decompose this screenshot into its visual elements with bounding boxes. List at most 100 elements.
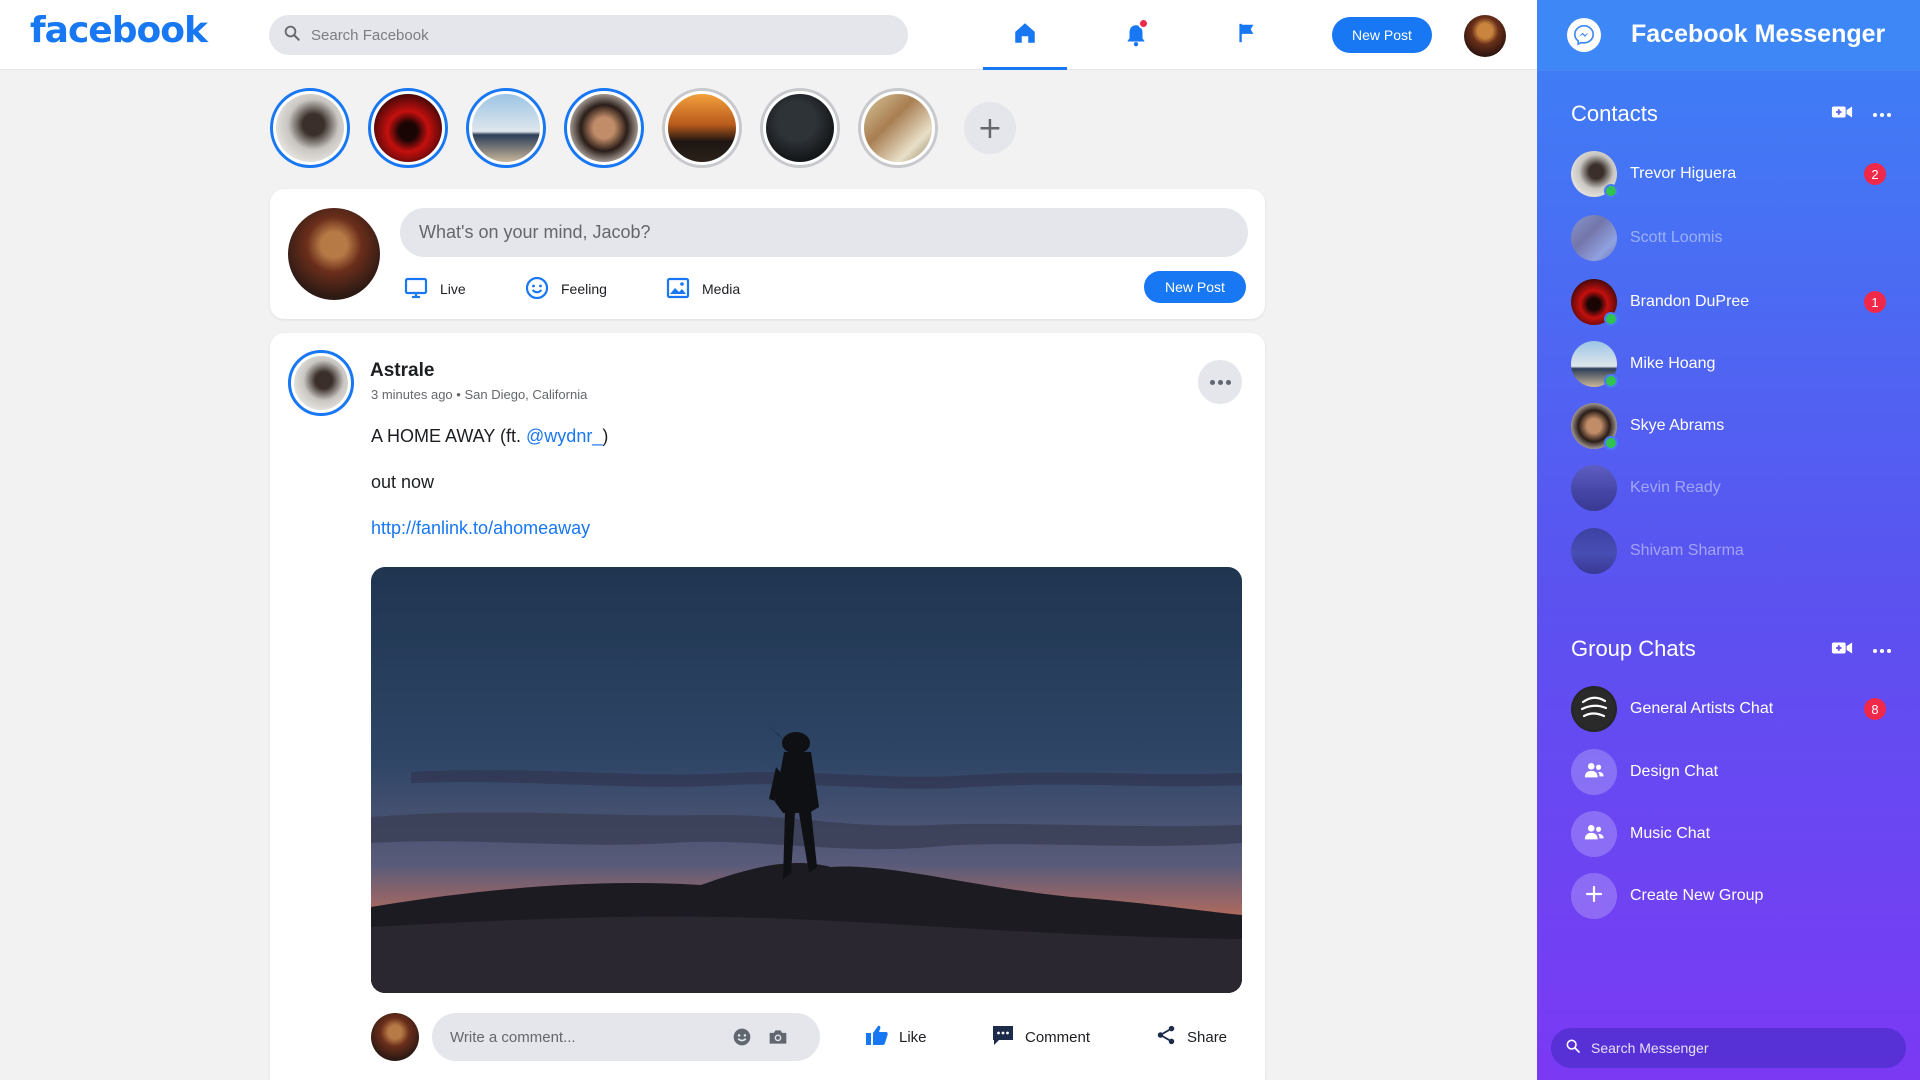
- messenger-title: Facebook Messenger: [1631, 20, 1886, 48]
- search-input[interactable]: [311, 26, 871, 44]
- story-avatar[interactable]: [564, 88, 644, 168]
- plus-icon: +: [977, 110, 1003, 146]
- share-icon: [1155, 1024, 1177, 1050]
- messenger-search-bar[interactable]: [1551, 1028, 1906, 1068]
- bell-icon: [1123, 18, 1149, 48]
- online-indicator: [1604, 312, 1618, 326]
- post-options-button[interactable]: [1198, 360, 1242, 404]
- group-avatar: [1571, 749, 1617, 795]
- notification-dot: [1138, 18, 1149, 29]
- facebook-logo[interactable]: facebook: [30, 10, 208, 51]
- post-author-name[interactable]: Astrale: [370, 360, 434, 382]
- story-avatar[interactable]: [466, 88, 546, 168]
- comment-label: Comment: [1025, 1028, 1091, 1046]
- messenger-search-input[interactable]: [1591, 1040, 1881, 1056]
- top-navigation-bar: facebook New Post: [0, 0, 1537, 70]
- monitor-icon: [404, 277, 428, 302]
- like-button[interactable]: Like: [865, 1023, 927, 1051]
- unread-badge: 1: [1864, 291, 1886, 313]
- share-button[interactable]: Share: [1155, 1023, 1227, 1051]
- online-indicator: [1604, 374, 1618, 388]
- contact-item[interactable]: Brandon DuPree 1: [1571, 279, 1901, 326]
- contact-name: Mike Hoang: [1630, 355, 1716, 372]
- story-avatar[interactable]: [662, 88, 742, 168]
- post-title-close: ): [602, 426, 609, 446]
- search-icon: [283, 24, 301, 47]
- group-chats-actions: [1831, 640, 1891, 661]
- contacts-actions: [1831, 104, 1891, 125]
- live-button[interactable]: Live: [404, 275, 466, 303]
- story-avatar[interactable]: [368, 88, 448, 168]
- nav-home[interactable]: [983, 0, 1067, 70]
- contact-avatar: [1571, 279, 1618, 326]
- post-link[interactable]: http://fanlink.to/ahomeaway: [371, 518, 590, 538]
- post-author-avatar[interactable]: [288, 350, 354, 416]
- contact-avatar: [1571, 403, 1618, 450]
- group-chat-item[interactable]: General Artists Chat 8: [1571, 686, 1901, 732]
- contact-item[interactable]: Shivam Sharma: [1571, 528, 1901, 574]
- add-story-button[interactable]: +: [964, 102, 1016, 154]
- group-avatar: [1571, 811, 1617, 857]
- plus-icon: [1584, 884, 1604, 909]
- home-icon: [1012, 20, 1038, 51]
- contacts-heading: Contacts: [1571, 101, 1658, 126]
- post-text-title: A HOME AWAY (ft. @wydnr_): [371, 426, 608, 447]
- post-meta: 3 minutes ago • San Diego, California: [371, 387, 587, 402]
- contact-name: Shivam Sharma: [1630, 542, 1744, 559]
- post-image[interactable]: [371, 567, 1242, 993]
- group-name: General Artists Chat: [1630, 700, 1774, 717]
- contact-item[interactable]: Mike Hoang: [1571, 341, 1901, 388]
- media-button[interactable]: Media: [666, 275, 740, 303]
- post-location: San Diego, California: [464, 387, 588, 402]
- post-time: 3 minutes ago: [371, 387, 453, 402]
- online-indicator: [1604, 184, 1618, 198]
- comment-input[interactable]: [450, 1028, 720, 1046]
- contact-item[interactable]: Scott Loomis: [1571, 215, 1901, 261]
- contact-name: Scott Loomis: [1630, 229, 1723, 246]
- nav-pages[interactable]: [1205, 0, 1289, 70]
- messenger-logo-icon[interactable]: [1567, 18, 1601, 52]
- story-avatar[interactable]: [270, 88, 350, 168]
- smiley-icon: [525, 276, 549, 303]
- post-title-text: A HOME AWAY (ft.: [371, 426, 527, 446]
- comment-icon: [991, 1024, 1015, 1050]
- comment-avatar: [371, 1013, 419, 1061]
- feeling-button[interactable]: Feeling: [525, 275, 607, 303]
- post-link-line: http://fanlink.to/ahomeaway: [371, 518, 590, 539]
- group-chat-item[interactable]: Music Chat: [1571, 811, 1901, 857]
- story-avatar[interactable]: [760, 88, 840, 168]
- composer-post-button[interactable]: New Post: [1144, 271, 1246, 303]
- group-chat-item[interactable]: Design Chat: [1571, 749, 1901, 795]
- video-call-icon[interactable]: [1831, 640, 1853, 661]
- composer-avatar: [288, 208, 380, 300]
- camera-icon[interactable]: [768, 1027, 788, 1047]
- comment-box[interactable]: [432, 1013, 820, 1061]
- share-label: Share: [1187, 1028, 1228, 1046]
- search-bar[interactable]: [269, 15, 908, 55]
- feeling-label: Feeling: [561, 281, 607, 297]
- people-icon: [1583, 761, 1605, 784]
- contact-item[interactable]: Skye Abrams: [1571, 403, 1901, 450]
- new-post-button[interactable]: New Post: [1332, 17, 1432, 53]
- flag-icon: [1236, 21, 1258, 50]
- contact-name: Kevin Ready: [1630, 479, 1721, 496]
- contacts-more-icon[interactable]: [1873, 112, 1891, 117]
- comment-button[interactable]: Comment: [991, 1023, 1090, 1051]
- profile-avatar[interactable]: [1464, 15, 1506, 57]
- mention-link[interactable]: @wydnr_: [526, 426, 602, 446]
- emoji-icon[interactable]: [732, 1027, 752, 1047]
- contact-avatar: [1571, 528, 1617, 574]
- like-label: Like: [899, 1028, 927, 1046]
- contact-item[interactable]: Trevor Higuera 2: [1571, 151, 1901, 198]
- nav-notifications[interactable]: [1094, 0, 1178, 70]
- group-chats-more-icon[interactable]: [1873, 648, 1891, 653]
- composer-input[interactable]: [400, 208, 1248, 257]
- story-avatar[interactable]: [858, 88, 938, 168]
- image-icon: [666, 277, 690, 302]
- messenger-header: Facebook Messenger: [1537, 0, 1920, 70]
- video-call-icon[interactable]: [1831, 104, 1853, 125]
- unread-badge: 8: [1864, 698, 1886, 720]
- contact-item[interactable]: Kevin Ready: [1571, 465, 1901, 511]
- contact-avatar: [1571, 465, 1617, 511]
- create-group-button[interactable]: Create New Group: [1571, 873, 1901, 919]
